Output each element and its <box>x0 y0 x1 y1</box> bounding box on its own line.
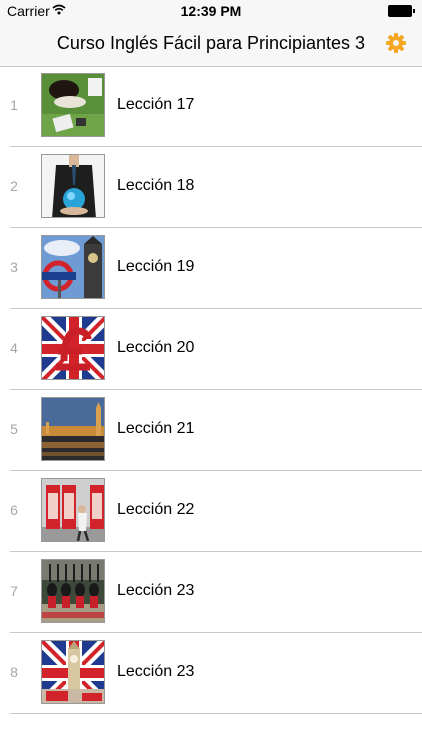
settings-button[interactable] <box>385 32 407 54</box>
lesson-thumbnail <box>41 397 105 461</box>
gear-icon <box>386 33 406 53</box>
lesson-thumbnail <box>41 316 105 380</box>
lesson-title: Lección 23 <box>117 663 195 680</box>
lesson-row[interactable]: 6 Lección 22 <box>0 471 422 552</box>
lesson-thumbnail <box>41 478 105 542</box>
battery-icon <box>388 5 415 17</box>
lesson-title: Lección 20 <box>117 339 195 356</box>
lesson-row[interactable]: 4 Lección 20 <box>0 309 422 390</box>
row-separator <box>10 713 422 714</box>
lesson-title: Lección 18 <box>117 177 195 194</box>
lesson-thumbnail <box>41 640 105 704</box>
lesson-number: 7 <box>10 583 18 599</box>
lesson-number: 6 <box>10 502 18 518</box>
lesson-number: 1 <box>10 97 18 113</box>
lesson-row[interactable]: 5 Lección 21 <box>0 390 422 471</box>
navigation-bar: Curso Inglés Fácil para Principiantes 3 <box>0 22 422 67</box>
status-time: 12:39 PM <box>180 3 242 19</box>
lesson-list: 1 Lección 17 2 Lección 18 3 Lección 19 4… <box>0 66 422 714</box>
status-bar: Carrier 12:39 PM <box>0 0 422 22</box>
lesson-number: 3 <box>10 259 18 275</box>
lesson-thumbnail <box>41 559 105 623</box>
lesson-title: Lección 22 <box>117 501 195 518</box>
lesson-title: Lección 21 <box>117 420 195 437</box>
lesson-row[interactable]: 7 Lección 23 <box>0 552 422 633</box>
lesson-title: Lección 23 <box>117 582 195 599</box>
lesson-row[interactable]: 1 Lección 17 <box>0 66 422 147</box>
lesson-number: 8 <box>10 664 18 680</box>
lesson-thumbnail <box>41 154 105 218</box>
lesson-thumbnail <box>41 73 105 137</box>
lesson-title: Lección 17 <box>117 96 195 113</box>
lesson-row[interactable]: 8 Lección 23 <box>0 633 422 714</box>
page-title: Curso Inglés Fácil para Principiantes 3 <box>56 33 366 53</box>
lesson-row[interactable]: 2 Lección 18 <box>0 147 422 228</box>
lesson-title: Lección 19 <box>117 258 195 275</box>
lesson-number: 4 <box>10 340 18 356</box>
lesson-number: 5 <box>10 421 18 437</box>
lesson-thumbnail <box>41 235 105 299</box>
lesson-row[interactable]: 3 Lección 19 <box>0 228 422 309</box>
lesson-number: 2 <box>10 178 18 194</box>
